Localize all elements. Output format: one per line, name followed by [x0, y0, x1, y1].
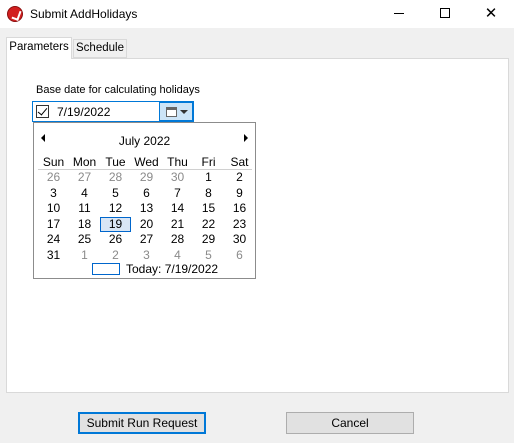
calendar-day[interactable]: 21 — [162, 217, 193, 232]
calendar-day[interactable]: 2 — [224, 170, 255, 185]
calendar-day[interactable]: 25 — [69, 232, 100, 247]
calendar-day[interactable]: 9 — [224, 186, 255, 201]
calendar-day[interactable]: 15 — [193, 201, 224, 216]
base-date-picker[interactable]: 7/19/2022 — [32, 101, 194, 122]
calendar-day[interactable]: 6 — [131, 186, 162, 201]
minimize-icon — [394, 13, 404, 14]
day-of-week-label: Thu — [167, 155, 188, 169]
day-of-week-label: Sun — [42, 155, 65, 169]
calendar-day[interactable]: 6 — [224, 248, 255, 263]
calendar-day[interactable]: 20 — [131, 217, 162, 232]
calendar-day[interactable]: 24 — [38, 232, 69, 247]
close-icon: ✕ — [484, 5, 498, 22]
day-of-week-label: Wed — [134, 155, 159, 169]
calendar-day[interactable]: 2 — [100, 248, 131, 263]
maximize-icon — [440, 8, 450, 18]
calendar-day[interactable]: 30 — [224, 232, 255, 247]
month-title[interactable]: July 2022 — [34, 134, 255, 148]
submit-run-request-button[interactable]: Submit Run Request — [78, 412, 206, 434]
calendar-popup: July 2022 Sun Mon Tue Wed Thu Fri Sat 26 27 28 29… — [33, 122, 256, 279]
base-date-label: Base date for calculating holidays — [36, 84, 200, 96]
calendar-day[interactable]: 26 — [38, 170, 69, 185]
today-marker — [92, 263, 120, 275]
calendar-day[interactable]: 4 — [162, 248, 193, 263]
day-of-week-label: Tue — [105, 155, 126, 169]
calendar-day[interactable]: 31 — [38, 248, 69, 263]
calendar-day[interactable]: 3 — [131, 248, 162, 263]
calendar-day[interactable]: 14 — [162, 201, 193, 216]
calendar-day[interactable]: 29 — [131, 170, 162, 185]
calendar-day[interactable]: 22 — [193, 217, 224, 232]
next-month-icon[interactable] — [240, 132, 252, 144]
day-of-week-label: Sat — [230, 155, 249, 169]
calendar-day[interactable]: 28 — [162, 232, 193, 247]
calendar-day[interactable]: 1 — [69, 248, 100, 263]
day-of-week-row: Sun Mon Tue Wed Thu Fri Sat — [38, 155, 252, 170]
date-value[interactable]: 7/19/2022 — [57, 105, 110, 119]
date-enabled-checkbox[interactable] — [36, 105, 49, 118]
calendar-dropdown-button[interactable] — [159, 102, 193, 121]
app-icon — [7, 6, 23, 22]
calendar-day[interactable]: 17 — [38, 217, 69, 232]
calendar-day[interactable]: 19 — [100, 216, 131, 232]
tab-schedule[interactable]: Schedule — [73, 39, 127, 58]
close-button[interactable]: ✕ — [468, 0, 514, 28]
calendar-day[interactable]: 10 — [38, 201, 69, 216]
calendar-day[interactable]: 1 — [193, 170, 224, 185]
calendar-day[interactable]: 5 — [193, 248, 224, 263]
calendar-day[interactable]: 5 — [100, 186, 131, 201]
calendar-day[interactable]: 27 — [131, 232, 162, 247]
calendar-day[interactable]: 16 — [224, 201, 255, 216]
window-title: Submit AddHolidays — [30, 7, 138, 21]
today-label[interactable]: Today: 7/19/2022 — [126, 262, 218, 276]
calendar-day[interactable]: 23 — [224, 217, 255, 232]
title-bar: Submit AddHolidays ✕ — [0, 0, 514, 28]
cancel-button[interactable]: Cancel — [286, 412, 414, 434]
calendar-day[interactable]: 11 — [69, 201, 100, 216]
day-of-week-label: Fri — [201, 155, 216, 169]
calendar-day[interactable]: 28 — [100, 170, 131, 185]
calendar-day[interactable]: 12 — [100, 201, 131, 216]
calendar-day[interactable]: 30 — [162, 170, 193, 185]
calendar-day[interactable]: 29 — [193, 232, 224, 247]
calendar-day[interactable]: 26 — [100, 232, 131, 247]
calendar-icon — [166, 107, 177, 117]
calendar-day[interactable]: 8 — [193, 186, 224, 201]
calendar-day[interactable]: 13 — [131, 201, 162, 216]
calendar-day[interactable]: 3 — [38, 186, 69, 201]
day-of-week-label: Mon — [72, 155, 97, 169]
calendar-day[interactable]: 27 — [69, 170, 100, 185]
minimize-button[interactable] — [376, 0, 422, 28]
maximize-button[interactable] — [422, 0, 468, 28]
tab-parameters[interactable]: Parameters — [6, 37, 72, 59]
calendar-day[interactable]: 7 — [162, 186, 193, 201]
calendar-day[interactable]: 18 — [69, 217, 100, 232]
calendar-day[interactable]: 4 — [69, 186, 100, 201]
chevron-down-icon — [180, 110, 188, 114]
